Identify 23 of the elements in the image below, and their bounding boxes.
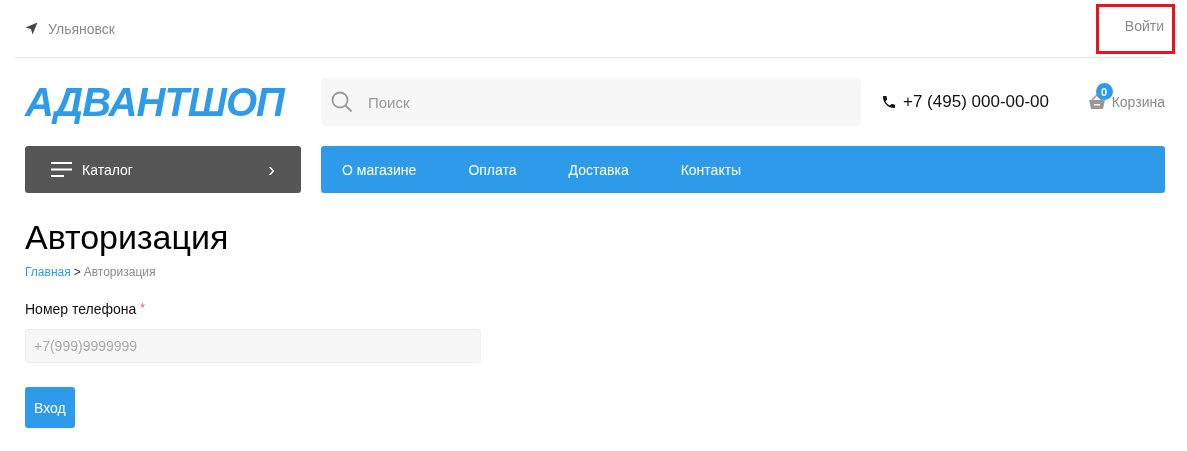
page-title: Авторизация <box>25 217 230 257</box>
login-button[interactable]: Вход <box>25 387 75 428</box>
menu-icon <box>51 162 72 177</box>
catalog-button[interactable]: Каталог › <box>25 146 301 193</box>
menu-link[interactable]: Оплата <box>468 161 517 178</box>
search-field[interactable]: Поиск <box>321 78 861 126</box>
location-arrow-icon <box>25 22 38 35</box>
phone-input[interactable]: +7(999)9999999 <box>25 329 481 363</box>
logo[interactable]: АДВАНТШОП <box>25 78 301 126</box>
menu-link[interactable]: О магазине <box>342 161 417 178</box>
phone-icon <box>881 94 897 110</box>
menu-link[interactable]: Контакты <box>680 161 742 178</box>
field-label: Номер телефона <box>25 301 137 317</box>
cart-link[interactable]: Корзина <box>1111 94 1165 110</box>
breadcrumb-separator: > <box>73 265 81 279</box>
menu-link[interactable]: Доставка <box>568 161 629 178</box>
breadcrumb-current: Авторизация <box>83 265 156 279</box>
phone-number[interactable]: +7 (495) 000-00-00 <box>903 92 1050 112</box>
city-link[interactable]: Ульяновск <box>48 20 115 37</box>
cart-count-badge: 0 <box>1095 83 1113 100</box>
required-mark: * <box>140 301 145 317</box>
breadcrumb-link[interactable]: Главная <box>25 265 71 279</box>
login-link[interactable]: Войти <box>1124 17 1164 34</box>
